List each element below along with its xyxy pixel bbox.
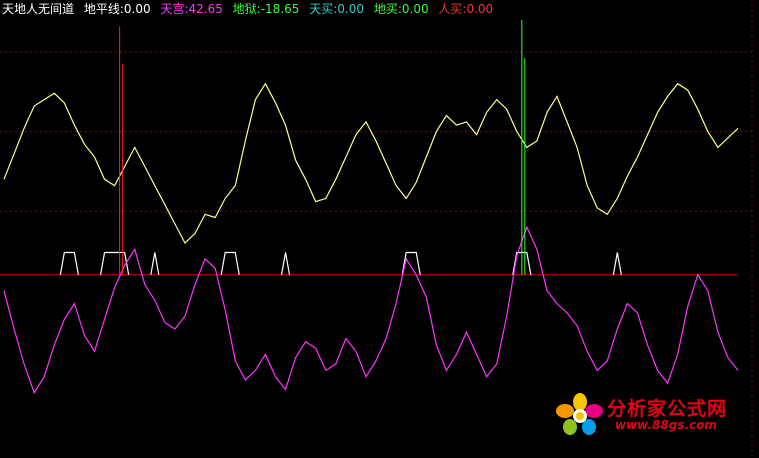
signal-pulse-2 — [150, 252, 160, 275]
indicator-name: 天地人无间道 — [2, 2, 75, 16]
grid-lines — [0, 0, 753, 458]
legend: 天地人无间道 地平线:0.00 天宫:42.65 地狱:-18.65 天买:0.… — [2, 1, 499, 17]
signal-pulse-3 — [220, 251, 240, 275]
legend-item-heaven: 天宫:42.65 — [160, 2, 223, 16]
legend-item-heaven-buy: 天买:0.00 — [309, 2, 364, 16]
plot-area — [0, 0, 753, 458]
watermark-url: www.88gs.com — [615, 418, 717, 432]
series-line-1 — [3, 225, 739, 395]
legend-item-horizon: 地平线:0.00 — [83, 2, 151, 16]
signal-pulse-0 — [59, 251, 79, 275]
signal-pulse-7 — [612, 252, 622, 275]
series-line-0 — [3, 82, 739, 244]
flower-logo-icon — [556, 393, 603, 435]
watermark-title: 分析家公式网 — [607, 398, 728, 420]
signal-pulse-4 — [280, 252, 291, 275]
site-watermark: 分析家公式网 www.88gs.com — [555, 392, 755, 438]
series-layer — [3, 20, 739, 395]
chart-window: 天地人无间道 地平线:0.00 天宫:42.65 地狱:-18.65 天买:0.… — [0, 0, 759, 458]
signal-pulse-1 — [99, 251, 130, 275]
legend-item-human-buy: 人买:0.00 — [438, 2, 494, 16]
legend-item-earth-buy: 地买:0.00 — [373, 2, 429, 16]
legend-item-hell: 地狱:-18.65 — [232, 2, 300, 16]
